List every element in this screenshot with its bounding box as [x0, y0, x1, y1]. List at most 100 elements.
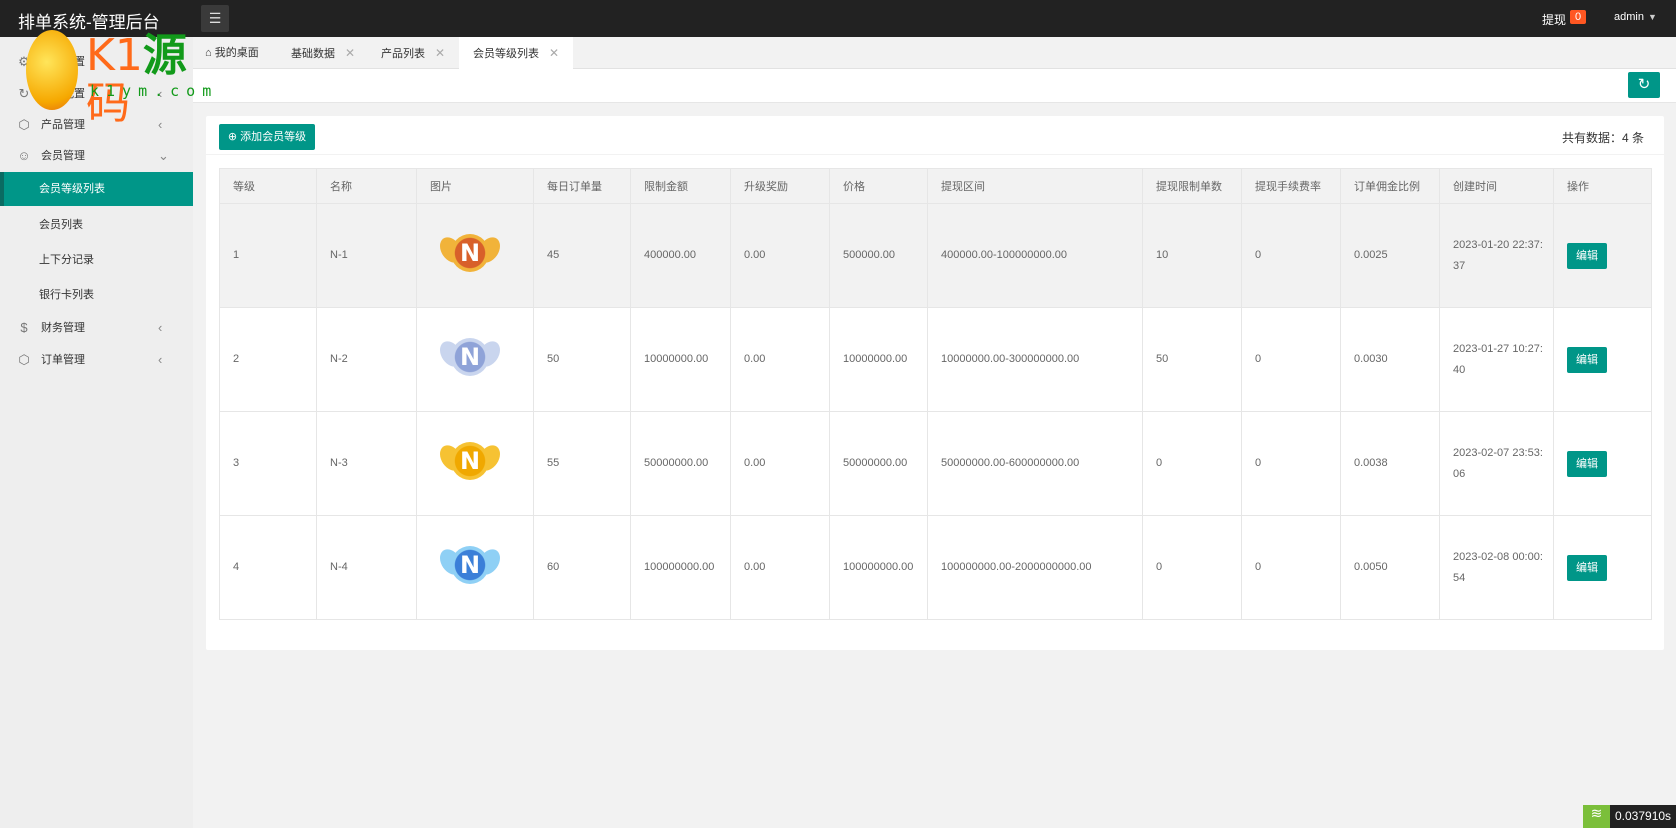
home-icon: ⌂	[205, 47, 215, 59]
column-header: 提现限制单数	[1142, 168, 1242, 204]
cell-text: 0.00	[744, 561, 766, 573]
cell-range: 10000000.00-300000000.00	[927, 307, 1143, 412]
table-row: 1 N-1 N 45 400000.00 0.00 500000.00 400000.00-1…	[219, 203, 1652, 308]
cell-text: 55	[547, 457, 560, 469]
close-icon[interactable]: ✕	[435, 46, 445, 60]
cell-level: 3	[219, 411, 317, 516]
tab-home[interactable]: ⌂ 我的桌面	[205, 37, 259, 69]
cell-price: 500000.00	[829, 203, 928, 308]
cell-text: 10000000.00	[843, 353, 908, 365]
cell-text: 400000.00-100000000.00	[941, 249, 1068, 261]
close-icon[interactable]: ✕	[549, 46, 559, 60]
sidebar-item-label: 订单管理	[41, 354, 85, 366]
cell-range: 400000.00-100000000.00	[927, 203, 1143, 308]
cell-text: 50000000.00	[644, 457, 709, 469]
cell-wd-limit: 50	[1142, 307, 1242, 412]
cell-text: 10000000.00-300000000.00	[941, 353, 1080, 365]
table-row: 3 N-3 N 55 50000000.00 0.00 50000000.00 5000000…	[219, 411, 1652, 516]
refresh-button[interactable]: ↻	[1628, 72, 1660, 98]
cell-created: 2023-02-07 23:53:06	[1439, 411, 1554, 516]
tab-member-levels[interactable]: 会员等级列表 ✕	[459, 37, 574, 69]
cell-text: 500000.00	[843, 249, 895, 261]
debug-trace-icon[interactable]: ≋	[1583, 805, 1610, 828]
cell-text: N-4	[330, 561, 348, 573]
menu-toggle-button[interactable]: ☰	[201, 5, 229, 32]
cell-commission: 0.0038	[1340, 411, 1440, 516]
chevron-left-icon: ‹	[158, 320, 163, 335]
sidebar-item-balance-records[interactable]: 上下分记录	[0, 243, 193, 277]
cell-text: 100000000.00-2000000000.00	[941, 561, 1092, 573]
cell-text: 0	[1156, 457, 1163, 469]
tab-label: 会员等级列表	[473, 48, 539, 60]
user-name: admin	[1614, 11, 1644, 23]
cell-text: 50000000.00	[843, 457, 908, 469]
cell-fee: 0	[1241, 307, 1341, 412]
close-icon[interactable]: ✕	[345, 46, 355, 60]
column-header: 提现手续费率	[1241, 168, 1341, 204]
caret-down-icon: ▼	[1647, 12, 1657, 22]
record-count: 共有数据：4 条	[1561, 131, 1644, 145]
sidebar-item-orders[interactable]: ⬡ 订单管理 ‹	[0, 343, 193, 377]
toolbar: ↻	[193, 69, 1676, 103]
level-medal-image: N	[440, 334, 500, 386]
content-card: ⊕ 添加会员等级 共有数据：4 条 等级 名称 图片 每日订单量 限制金额 升级奖励 价格提…	[206, 116, 1664, 650]
sidebar-item-member-list[interactable]: 会员列表	[0, 208, 193, 242]
sidebar-item-label: 财务管理	[41, 322, 85, 334]
user-menu[interactable]: admin ▼	[1614, 11, 1657, 23]
cell-text: 4	[233, 561, 240, 573]
sidebar-item-member-levels[interactable]: 会员等级列表	[0, 172, 193, 206]
withdraw-link[interactable]: 提现	[1542, 11, 1566, 28]
cell-bonus: 0.00	[730, 307, 830, 412]
cell-text: 100000000.00	[843, 561, 914, 573]
edit-button[interactable]: 编辑	[1567, 554, 1607, 581]
debug-runtime[interactable]: 0.037910s	[1610, 805, 1676, 828]
cell-text: 2023-01-20 22:37:37	[1453, 238, 1543, 272]
cell-text: 45	[547, 249, 560, 261]
sidebar-item-label: 银行卡列表	[39, 289, 94, 301]
tab-label: 我的桌面	[214, 47, 259, 59]
sidebar-item-system[interactable]: ⚙ 系统设置	[0, 45, 193, 79]
divider	[206, 154, 1664, 155]
cell-name: N-3	[316, 411, 417, 516]
cell-text: 2023-02-07 23:53:06	[1453, 446, 1543, 480]
cell-text: 2023-02-08 00:00:54	[1453, 550, 1543, 584]
sidebar-item-label: 会员等级列表	[39, 183, 105, 195]
column-header: 升级奖励	[730, 168, 830, 204]
cell-daily: 45	[533, 203, 631, 308]
cell-fee: 0	[1241, 515, 1341, 620]
cell-limit: 100000000.00	[630, 515, 731, 620]
sidebar: ⚙ 系统设置 ↻ 基础配置 ‹ ⬡ 产品管理 ‹ ☺ 会员管理 ⌄ 会员等级列表 会员列表 上…	[0, 37, 193, 828]
app-title: 排单系统-管理后台	[18, 13, 160, 32]
tab-basic-data[interactable]: 基础数据 ✕	[291, 37, 355, 69]
refresh-icon: ↻	[18, 86, 30, 101]
tab-bar: ⌂ 我的桌面 基础数据 ✕ 产品列表 ✕ 会员等级列表 ✕	[193, 37, 1676, 69]
add-member-level-button[interactable]: ⊕ 添加会员等级	[219, 124, 315, 150]
sidebar-item-basic[interactable]: ↻ 基础配置 ‹	[0, 77, 193, 111]
sidebar-item-label: 会员列表	[39, 219, 83, 231]
edit-button[interactable]: 编辑	[1567, 450, 1607, 477]
cell-text: 0.00	[744, 353, 766, 365]
edit-button[interactable]: 编辑	[1567, 242, 1607, 269]
cell-action: 编辑	[1553, 515, 1652, 620]
sidebar-item-label: 系统设置	[41, 56, 85, 68]
dollar-icon: $	[20, 320, 28, 335]
cell-bonus: 0.00	[730, 515, 830, 620]
cell-medal: N	[416, 203, 534, 308]
cell-text: 10	[1156, 249, 1169, 261]
sidebar-item-finance[interactable]: $ 财务管理 ‹	[0, 311, 193, 345]
sidebar-item-members[interactable]: ☺ 会员管理 ⌄	[0, 139, 193, 173]
tab-product-list[interactable]: 产品列表 ✕	[381, 37, 445, 69]
cell-price: 100000000.00	[829, 515, 928, 620]
plus-circle-icon: ⊕	[227, 131, 238, 143]
gear-icon: ⚙	[18, 54, 30, 69]
edit-button[interactable]: 编辑	[1567, 346, 1607, 373]
cell-action: 编辑	[1553, 411, 1652, 516]
table-row: 2 N-2 N 50 10000000.00 0.00 10000000.00 1000000…	[219, 307, 1652, 412]
sidebar-item-products[interactable]: ⬡ 产品管理 ‹	[0, 108, 193, 142]
column-header: 图片	[416, 168, 534, 204]
cell-fee: 0	[1241, 203, 1341, 308]
table-row: 4 N-4 N 60 100000000.00 0.00 100000000.00 10000…	[219, 515, 1652, 620]
member-level-table: 等级 名称 图片 每日订单量 限制金额 升级奖励 价格 提现区间 提现限制单数 提现手续费率 订单佣…	[219, 168, 1652, 620]
cell-name: N-1	[316, 203, 417, 308]
sidebar-item-bank-cards[interactable]: 银行卡列表	[0, 278, 193, 312]
